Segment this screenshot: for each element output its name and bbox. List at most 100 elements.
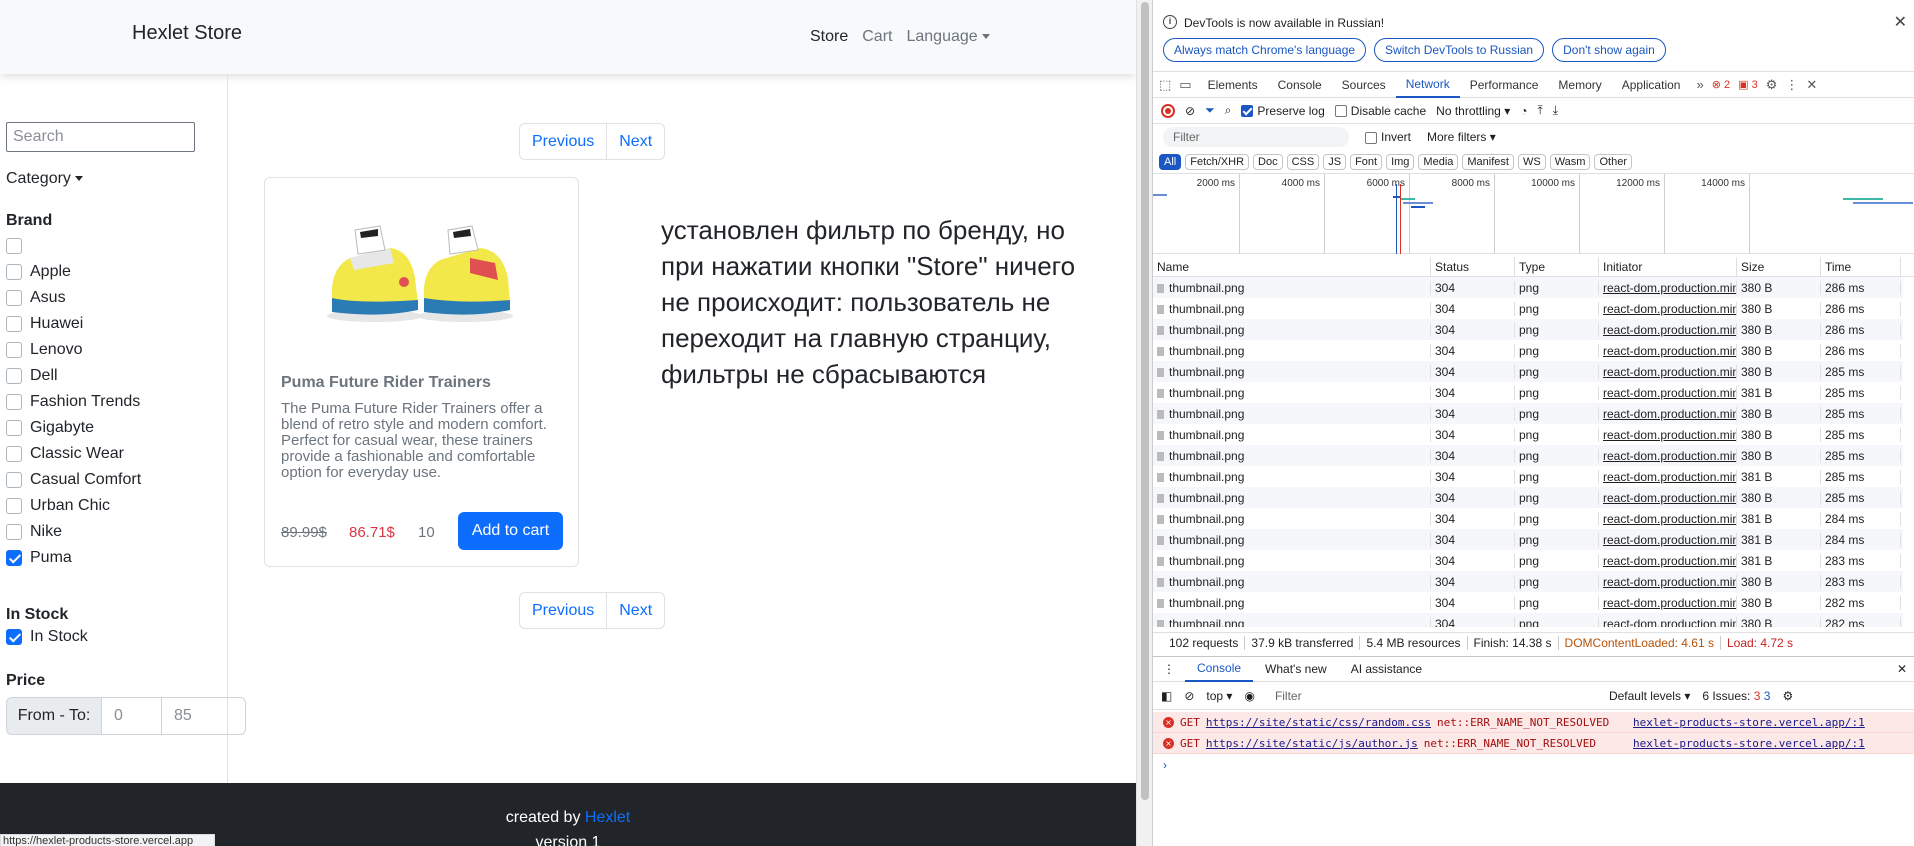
cell-initiator[interactable]: react-dom.production.min — [1599, 322, 1737, 337]
more-tabs-icon[interactable]: » — [1696, 77, 1703, 92]
cell-initiator[interactable]: react-dom.production.min — [1599, 448, 1737, 463]
table-row[interactable]: thumbnail.png 304 png react-dom.production.… — [1153, 529, 1903, 550]
cell-initiator[interactable]: react-dom.production.min — [1599, 385, 1737, 400]
type-filter-js[interactable]: JS — [1323, 153, 1347, 170]
table-row[interactable]: thumbnail.png 304 png react-dom.production.… — [1153, 466, 1903, 487]
kebab-menu-icon[interactable]: ⋮ — [1785, 77, 1798, 93]
inspect-element-icon[interactable]: ⬚ — [1159, 77, 1171, 93]
cell-initiator[interactable]: react-dom.production.min — [1599, 427, 1737, 442]
table-row[interactable]: thumbnail.png 304 png react-dom.production.… — [1153, 592, 1903, 613]
type-filter-all[interactable]: All — [1159, 153, 1182, 170]
console-settings-icon[interactable]: ⚙ — [1782, 689, 1793, 703]
cell-initiator[interactable]: react-dom.production.min — [1599, 280, 1737, 295]
drawer-tab-ai-assistance[interactable]: AI assistance — [1339, 656, 1434, 682]
table-row[interactable]: thumbnail.png 304 png react-dom.production.… — [1153, 298, 1903, 319]
table-row[interactable]: thumbnail.png 304 png react-dom.production.… — [1153, 487, 1903, 508]
scrollbar-thumb[interactable] — [1141, 2, 1149, 800]
tab-application[interactable]: Application — [1612, 72, 1691, 98]
cell-initiator[interactable]: react-dom.production.min — [1599, 553, 1737, 568]
console-filter-input[interactable]: Filter — [1266, 685, 1597, 706]
cell-initiator[interactable]: react-dom.production.min — [1599, 532, 1737, 547]
instock-checkbox[interactable]: In Stock — [6, 624, 88, 650]
table-row[interactable]: thumbnail.png 304 png react-dom.production.… — [1153, 424, 1903, 445]
table-row[interactable]: thumbnail.png 304 png react-dom.production.… — [1153, 319, 1903, 340]
column-header-time[interactable]: Time — [1821, 257, 1901, 276]
error-count-badge[interactable]: ⊗ 2 — [1712, 78, 1730, 91]
warning-count-badge[interactable]: ▣ 3 — [1738, 78, 1758, 91]
cell-initiator[interactable]: react-dom.production.min — [1599, 511, 1737, 526]
add-to-cart-button[interactable]: Add to cart — [458, 512, 563, 550]
column-header-status[interactable]: Status — [1431, 257, 1515, 276]
category-dropdown[interactable]: Category — [6, 170, 83, 188]
type-filter-img[interactable]: Img — [1386, 153, 1415, 170]
error-source-link[interactable]: hexlet-products-store.vercel.app/:1 — [1633, 737, 1865, 750]
tab-performance[interactable]: Performance — [1460, 72, 1549, 98]
eye-icon[interactable]: ◉ — [1244, 689, 1254, 703]
error-url-link[interactable]: https://site/static/css/random.css — [1206, 716, 1431, 729]
price-from-input[interactable]: 0 — [102, 697, 162, 735]
column-header-initiator[interactable]: Initiator — [1599, 257, 1737, 276]
table-row[interactable]: thumbnail.png 304 png react-dom.production.… — [1153, 382, 1903, 403]
column-header-type[interactable]: Type — [1515, 257, 1599, 276]
close-icon[interactable]: ✕ — [1894, 12, 1907, 32]
table-row[interactable]: thumbnail.png 304 png react-dom.production.… — [1153, 508, 1903, 529]
drawer-tab-console[interactable]: Console — [1185, 656, 1254, 682]
tab-memory[interactable]: Memory — [1548, 72, 1611, 98]
record-icon[interactable] — [1161, 103, 1175, 118]
table-row[interactable]: thumbnail.png 304 png react-dom.production.… — [1153, 361, 1903, 382]
type-filter-other[interactable]: Other — [1594, 153, 1632, 170]
cell-initiator[interactable]: react-dom.production.min — [1599, 364, 1737, 379]
next-page-button[interactable]: Next — [606, 593, 664, 628]
table-row[interactable]: thumbnail.png 304 png react-dom.production.… — [1153, 277, 1903, 298]
clear-icon[interactable]: ⊘ — [1185, 104, 1195, 118]
brand-checkbox[interactable]: Classic Wear — [6, 441, 141, 467]
brand-checkbox[interactable]: Huawei — [6, 311, 141, 337]
page-scrollbar[interactable] — [1136, 0, 1152, 846]
column-header-size[interactable]: Size — [1737, 257, 1821, 276]
cell-initiator[interactable]: react-dom.production.min — [1599, 616, 1737, 627]
context-select[interactable]: top ▾ — [1206, 689, 1232, 703]
export-har-icon[interactable]: ⤓ — [1553, 103, 1558, 118]
throttling-select[interactable]: No throttling ▾ — [1436, 104, 1510, 118]
previous-page-button[interactable]: Previous — [520, 593, 606, 628]
disable-cache-checkbox[interactable]: Disable cache — [1334, 104, 1426, 118]
import-har-icon[interactable]: ⤒ — [1537, 103, 1542, 118]
clear-console-icon[interactable]: ⊘ — [1184, 689, 1194, 703]
cell-initiator[interactable]: react-dom.production.min — [1599, 343, 1737, 358]
table-row[interactable]: thumbnail.png 304 png react-dom.production.… — [1153, 613, 1903, 627]
table-row[interactable]: thumbnail.png 304 png react-dom.production.… — [1153, 571, 1903, 592]
brand-checkbox[interactable]: Dell — [6, 363, 141, 389]
type-filter-font[interactable]: Font — [1350, 153, 1383, 170]
type-filter-wasm[interactable]: Wasm — [1549, 153, 1591, 170]
brand-checkbox[interactable]: Lenovo — [6, 337, 141, 363]
type-filter-fetch-xhr[interactable]: Fetch/XHR — [1185, 153, 1250, 170]
drawer-tab-whats-new[interactable]: What's new — [1253, 656, 1339, 682]
hexlet-link[interactable]: Hexlet — [585, 809, 630, 826]
cell-initiator[interactable]: react-dom.production.min — [1599, 301, 1737, 316]
nav-store-link[interactable]: Store — [810, 28, 848, 46]
cell-initiator[interactable]: react-dom.production.min — [1599, 490, 1737, 505]
search-icon[interactable]: ⌕ — [1225, 103, 1232, 118]
error-source-link[interactable]: hexlet-products-store.vercel.app/:1 — [1633, 716, 1865, 729]
cell-initiator[interactable]: react-dom.production.min — [1599, 574, 1737, 589]
table-row[interactable]: thumbnail.png 304 png react-dom.production.… — [1153, 550, 1903, 571]
invert-checkbox[interactable]: Invert — [1365, 130, 1411, 144]
table-row[interactable]: thumbnail.png 304 png react-dom.production.… — [1153, 340, 1903, 361]
cell-initiator[interactable]: react-dom.production.min — [1599, 406, 1737, 421]
brand-checkbox[interactable]: Gigabyte — [6, 415, 141, 441]
device-toolbar-icon[interactable]: ▭ — [1179, 77, 1191, 93]
close-drawer-icon[interactable]: ✕ — [1897, 662, 1914, 676]
dont-show-again-button[interactable]: Don't show again — [1552, 38, 1666, 62]
tab-console[interactable]: Console — [1268, 72, 1332, 98]
nav-language-dropdown[interactable]: Language — [906, 28, 990, 46]
type-filter-doc[interactable]: Doc — [1253, 153, 1283, 170]
match-language-button[interactable]: Always match Chrome's language — [1163, 38, 1367, 62]
brand-link[interactable]: Hexlet Store — [132, 22, 242, 45]
brand-checkbox[interactable]: Fashion Trends — [6, 389, 141, 415]
type-filter-media[interactable]: Media — [1418, 153, 1459, 170]
brand-checkbox[interactable] — [6, 233, 141, 259]
console-prompt[interactable]: › — [1163, 758, 1167, 772]
tab-network[interactable]: Network — [1395, 72, 1460, 98]
switch-russian-button[interactable]: Switch DevTools to Russian — [1374, 38, 1545, 62]
previous-page-button[interactable]: Previous — [520, 124, 606, 159]
